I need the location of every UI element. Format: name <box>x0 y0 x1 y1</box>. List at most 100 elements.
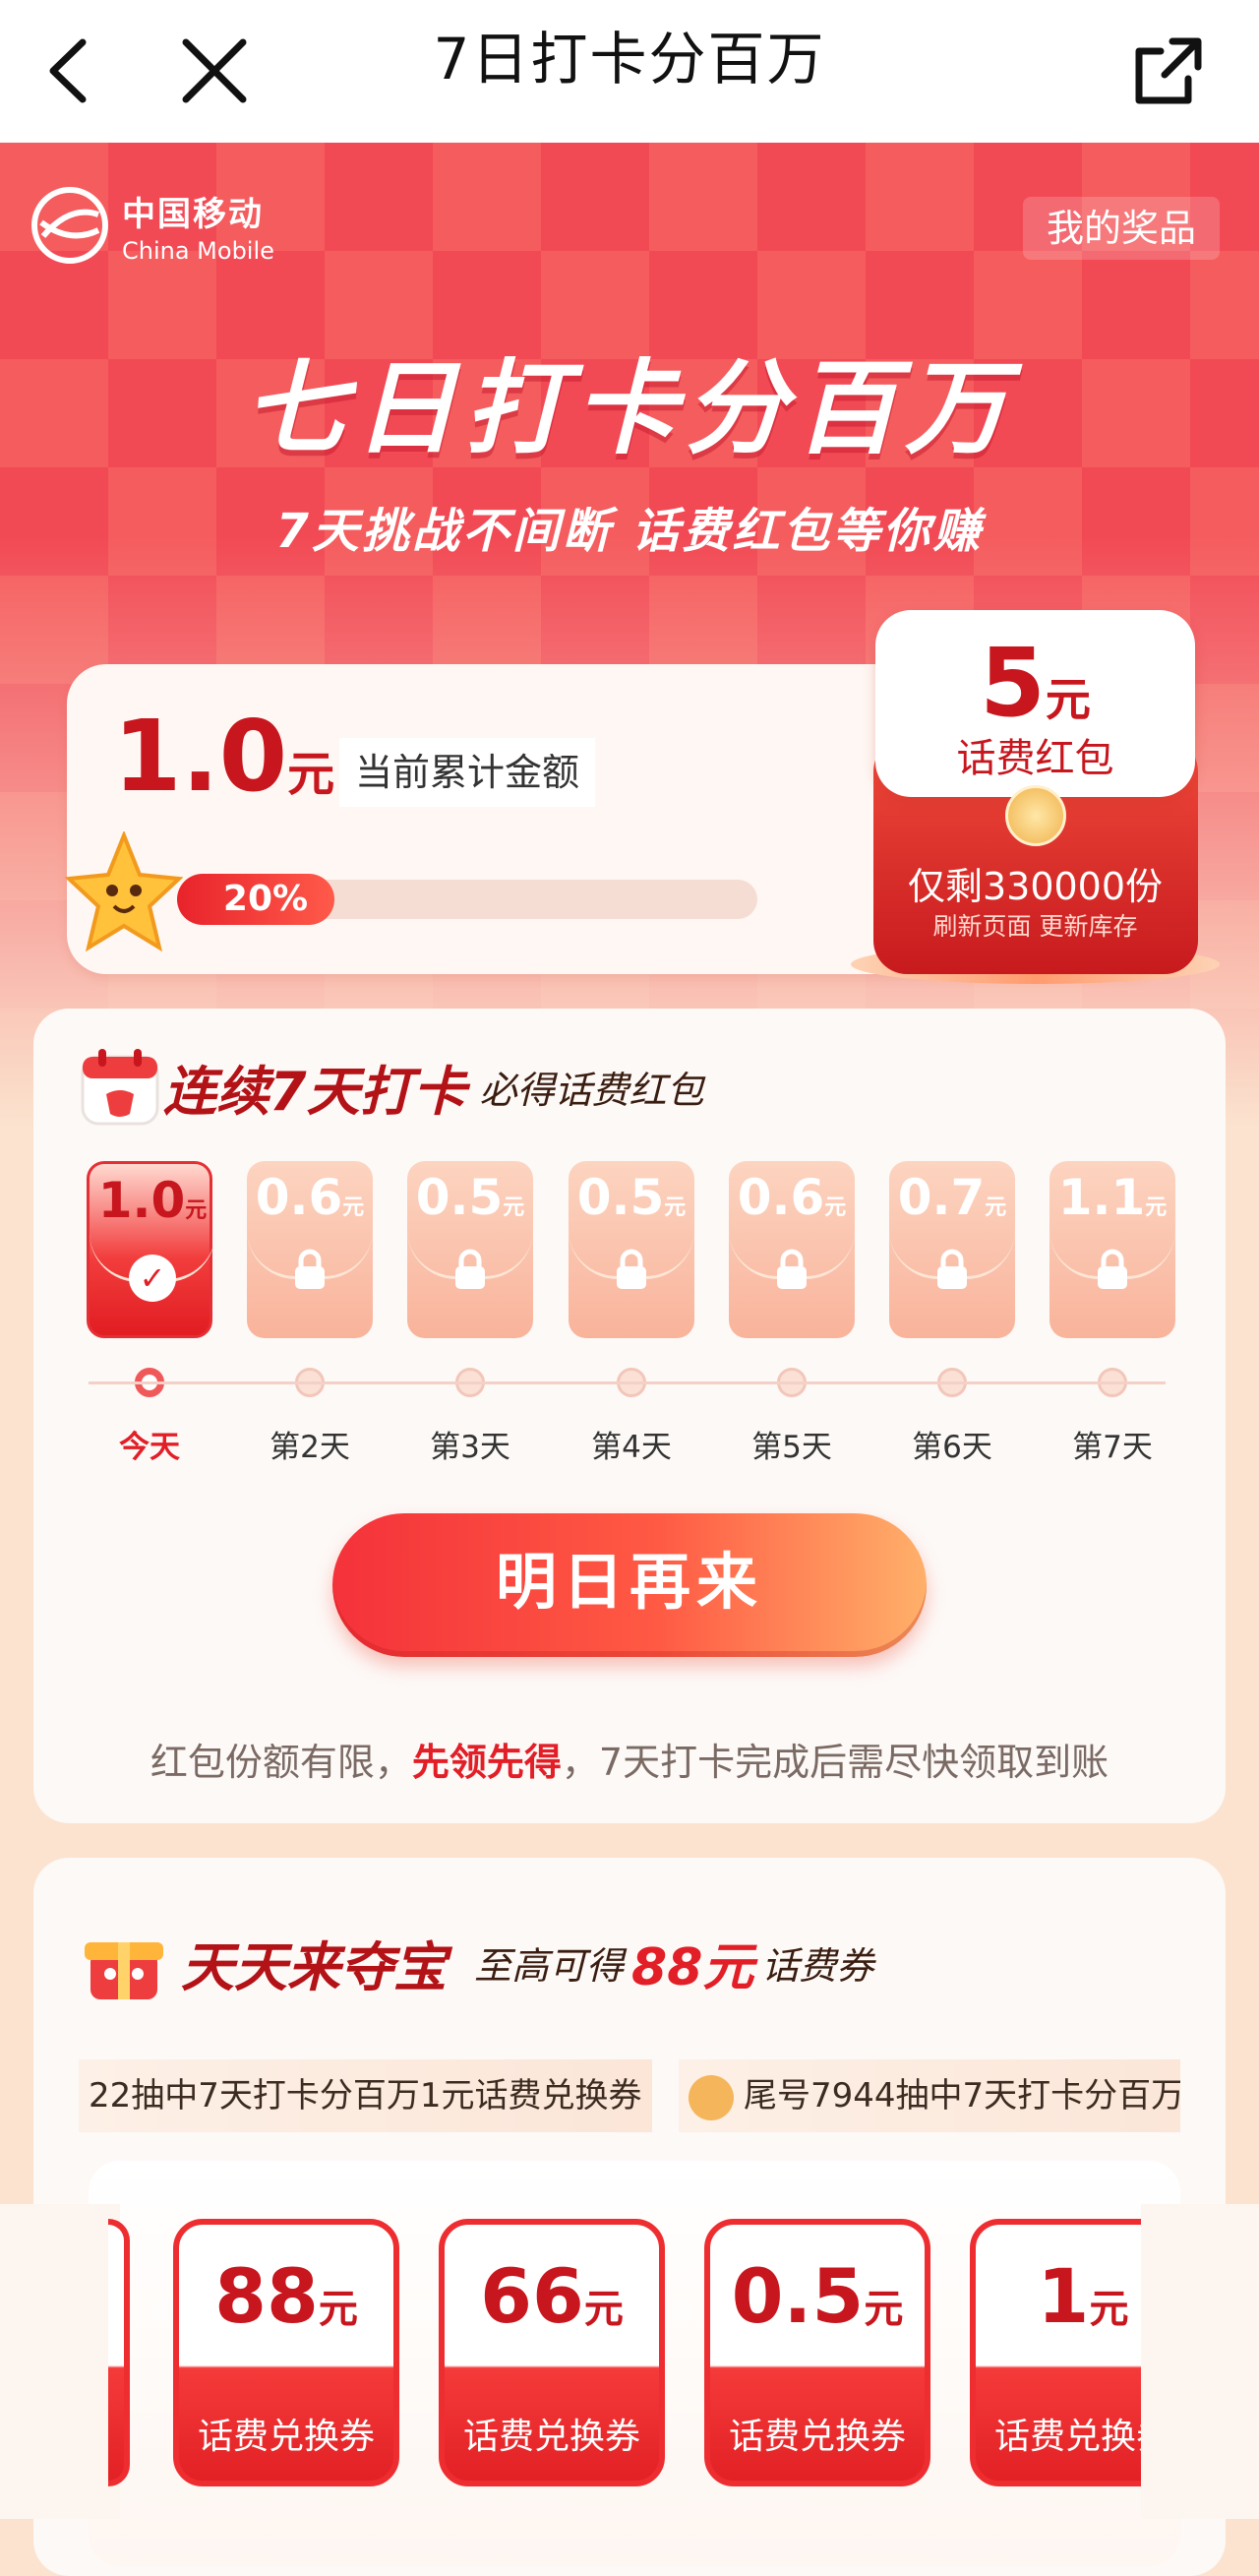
come-back-tomorrow-button[interactable]: 明日再来 <box>332 1513 927 1657</box>
day-amount: 0.5 <box>415 1169 504 1226</box>
brand-name-cn: 中国移动 <box>122 194 264 234</box>
day-amount: 1.0 <box>97 1172 186 1229</box>
lock-icon <box>1098 1249 1127 1289</box>
day-unit: 元 <box>824 1196 847 1220</box>
notice-post: ，7天打卡完成后需尽快领取到账 <box>561 1741 1109 1784</box>
check-icon: ✓ <box>129 1255 176 1302</box>
timeline-line <box>89 1381 1166 1384</box>
day-tile[interactable]: 1.0元 ✓ <box>87 1161 215 1338</box>
coupon-label: 话费兑换券 <box>462 2417 640 2457</box>
china-mobile-logo-icon <box>31 187 108 264</box>
share-button[interactable] <box>1119 22 1218 120</box>
day-unit: 元 <box>664 1196 687 1220</box>
progress-percent: 20% <box>222 879 309 919</box>
lock-icon <box>455 1249 485 1289</box>
campaign-subhead: 7天挑战不间断 话费红包等你赚 <box>275 504 984 559</box>
day-label: 第4天 <box>591 1430 672 1465</box>
day-tile[interactable]: 0.5元 <box>569 1161 694 1338</box>
campaign-headline: 七日打卡分百万 <box>243 348 1015 468</box>
lock-icon <box>617 1249 646 1289</box>
amount-value: 1.0 <box>113 699 288 814</box>
day-label: 第7天 <box>1072 1430 1153 1465</box>
day-label: 第5天 <box>751 1430 832 1465</box>
packet-remaining: 仅剩330000份 <box>907 865 1164 908</box>
coupon-label: 话费兑换券 <box>197 2417 375 2457</box>
packet-amount-value: 5 <box>980 628 1046 738</box>
day-amount: 0.7 <box>897 1169 986 1226</box>
day-unit: 元 <box>185 1198 208 1223</box>
brand-name-en: China Mobile <box>122 236 274 265</box>
coupon-unit: 元 <box>1089 2287 1129 2332</box>
day-tile[interactable]: 0.5元 <box>407 1161 533 1338</box>
day-label: 今天 <box>119 1430 180 1465</box>
top-nav-bar: 7日打卡分百万 <box>0 0 1259 143</box>
day-amount: 1.1 <box>1057 1169 1146 1226</box>
day-tile[interactable]: 0.6元 <box>729 1161 855 1338</box>
day-amount: 0.6 <box>255 1169 343 1226</box>
day-unit: 元 <box>985 1196 1007 1220</box>
amount-unit: 元 <box>287 747 335 802</box>
checkin-title-text: 连续7天打卡 <box>163 1060 466 1123</box>
red-packet-widget[interactable]: 5元 话费红包 仅剩330000份 刷新页面 更新库存 <box>851 610 1220 984</box>
day-value: 1.0元 <box>90 1172 215 1229</box>
treasure-title-text: 天天来夺宝 <box>181 1935 447 1998</box>
ticker-item: 22抽中7天打卡分百万1元话费兑换券 <box>79 2059 652 2132</box>
gift-box-icon <box>85 1942 163 1999</box>
day-tile[interactable]: 1.1元 <box>1049 1161 1175 1338</box>
lock-icon <box>937 1249 967 1289</box>
coupon-card[interactable]: 0.5元话费兑换券 <box>704 2219 930 2486</box>
day-amount: 0.6 <box>737 1169 825 1226</box>
share-icon <box>1135 37 1202 104</box>
coupon-amount: 88 <box>214 2252 319 2340</box>
day-tile[interactable]: 0.7元 <box>889 1161 1015 1338</box>
day-value: 0.5元 <box>569 1169 694 1226</box>
lock-icon <box>777 1249 807 1289</box>
winner-ticker: 22抽中7天打卡分百万1元话费兑换券 尾号7944抽中7天打卡分百万 <box>79 2059 1180 2132</box>
day-label: 第2天 <box>270 1430 350 1465</box>
day-value: 0.6元 <box>247 1169 373 1226</box>
coupon-value: 0.5元 <box>710 2252 925 2340</box>
ticker-item: 尾号7944抽中7天打卡分百万 <box>679 2059 1180 2132</box>
packet-amount-unit: 元 <box>1045 673 1091 726</box>
carousel-fade-left <box>0 2204 120 2519</box>
coupon-edge <box>108 2219 130 2486</box>
ticker-text: 尾号7944抽中7天打卡分百万 <box>744 2076 1180 2116</box>
checkin-card <box>33 1009 1226 1823</box>
day-label: 第6天 <box>912 1430 992 1465</box>
day-tile[interactable]: 0.6元 <box>247 1161 373 1338</box>
checkin-title: 连续7天打卡 必得话费红包 <box>77 1043 704 1130</box>
treasure-sub-post: 话费券 <box>761 1943 874 1988</box>
treasure-sub-pre: 至高可得 <box>474 1943 625 1988</box>
packet-note: 刷新页面 更新库存 <box>932 912 1138 941</box>
coupon-amount: 0.5 <box>731 2252 865 2340</box>
treasure-sub-amount: 88元 <box>631 1937 754 1997</box>
coupon-amount: 1 <box>1037 2252 1090 2340</box>
coin-icon <box>1005 785 1066 846</box>
day-unit: 元 <box>503 1196 525 1220</box>
day-value: 0.6元 <box>729 1169 855 1226</box>
checkin-notice: 红包份额有限，先领先得，7天打卡完成后需尽快领取到账 <box>33 1732 1226 1786</box>
page-title: 7日打卡分百万 <box>433 26 826 92</box>
my-prizes-button[interactable]: 我的奖品 <box>1022 197 1220 260</box>
coupon-unit: 元 <box>583 2287 624 2332</box>
star-mascot-icon <box>65 831 183 952</box>
checkin-subtitle: 必得话费红包 <box>479 1068 704 1112</box>
coupon-value: 66元 <box>445 2252 659 2340</box>
avatar <box>689 2074 734 2120</box>
coupon-label: 话费兑换券 <box>728 2417 906 2457</box>
day-unit: 元 <box>1145 1196 1168 1220</box>
notice-highlight: 先领先得 <box>411 1741 562 1784</box>
coupon-card[interactable]: 88元 话费兑换券 <box>173 2219 399 2486</box>
coupon-card[interactable]: 66元话费兑换券 <box>439 2219 665 2486</box>
ticker-text: 22抽中7天打卡分百万1元话费兑换券 <box>89 2076 642 2116</box>
brand-logo: 中国移动 China Mobile <box>30 185 274 266</box>
calendar-icon <box>81 1049 159 1126</box>
day-label: 第3天 <box>430 1430 510 1465</box>
day-value: 0.5元 <box>407 1169 533 1226</box>
amount-label: 当前累计金额 <box>339 738 596 807</box>
notice-pre: 红包份额有限， <box>150 1741 412 1784</box>
coupon-amount: 66 <box>480 2252 584 2340</box>
day-unit: 元 <box>342 1196 365 1220</box>
day-value: 0.7元 <box>889 1169 1015 1226</box>
accumulated-amount: 1.0元 <box>113 699 334 814</box>
